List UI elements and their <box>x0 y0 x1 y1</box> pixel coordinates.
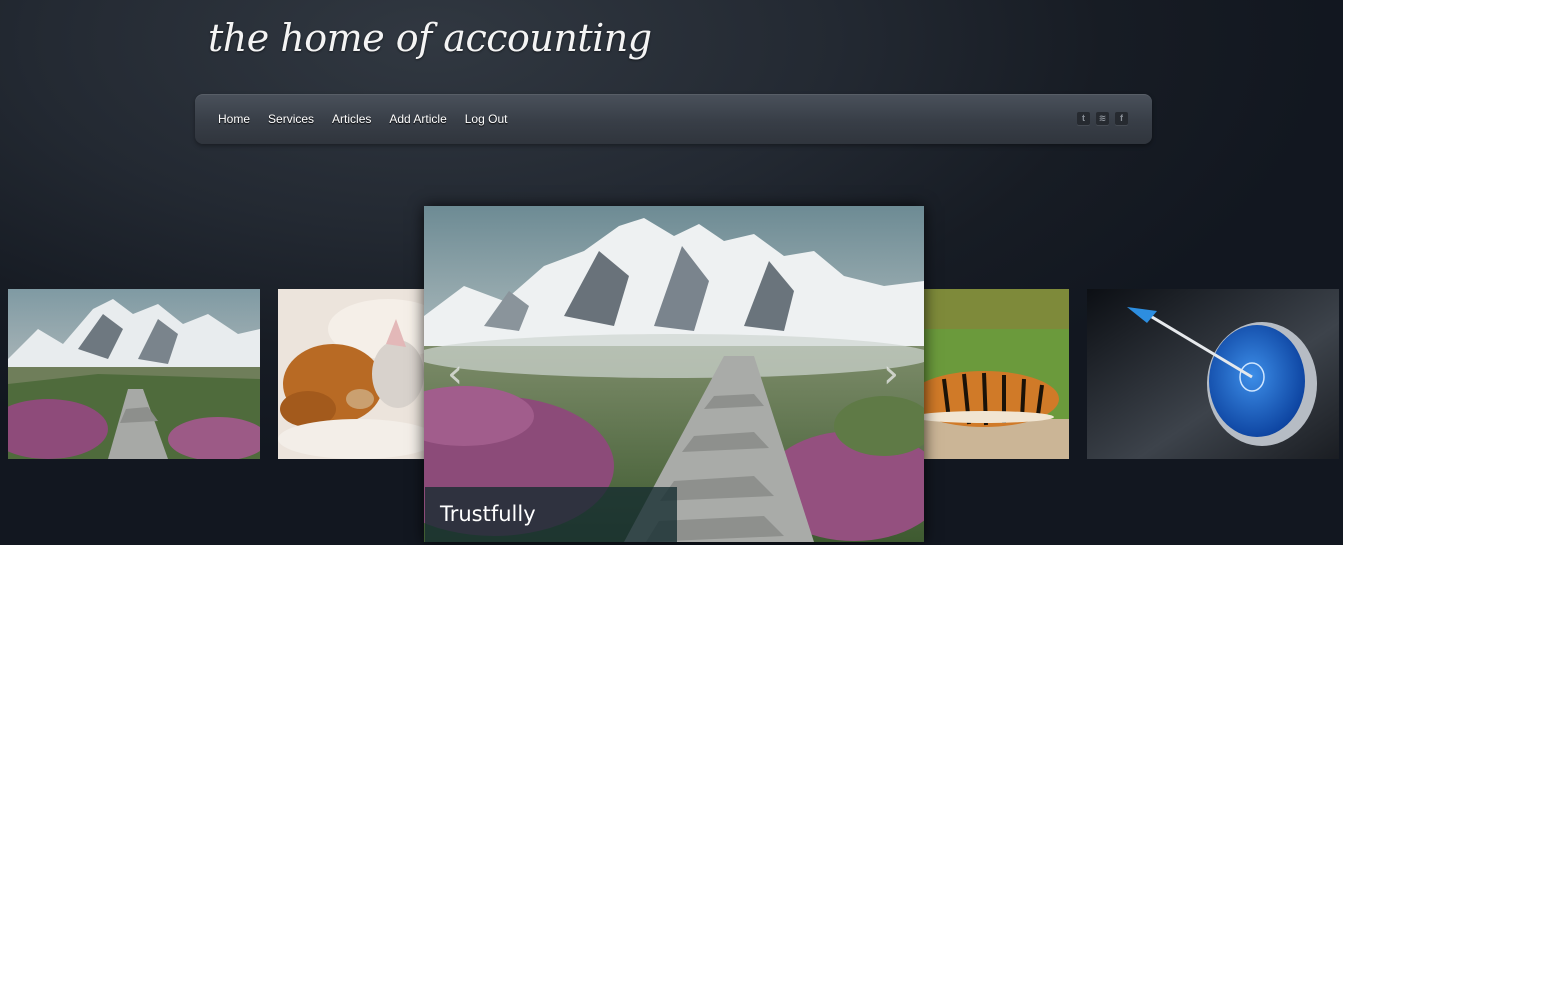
nav-item-add-article[interactable]: Add Article <box>380 112 455 126</box>
carousel-next-arrow[interactable]: › <box>876 354 906 394</box>
page: the home of accounting Home Services Art… <box>0 0 1343 545</box>
carousel-slide-target[interactable] <box>1087 289 1339 459</box>
carousel-slide-puppy-kitten[interactable] <box>278 289 424 459</box>
tiger-image <box>924 289 1069 459</box>
nav-menu: Home Services Articles Add Article Log O… <box>209 94 516 144</box>
nav-item-home[interactable]: Home <box>209 112 259 126</box>
rss-icon[interactable]: ≋ <box>1096 112 1109 125</box>
carousel-prev-arrow[interactable]: ‹ <box>440 354 470 394</box>
carousel-slide-mountain-left[interactable] <box>8 289 260 459</box>
nav-item-log-out[interactable]: Log Out <box>456 112 517 126</box>
mountain-path-image <box>8 289 260 459</box>
slide-caption: Trustfully <box>425 487 677 542</box>
nav-item-services[interactable]: Services <box>259 112 323 126</box>
slide-caption-text: Trustfully <box>440 502 536 526</box>
nav-item-articles[interactable]: Articles <box>323 112 380 126</box>
social-icons: t ≋ f <box>1077 112 1128 125</box>
target-image <box>1087 289 1339 459</box>
carousel-active-slide[interactable]: ‹ › Trustfully <box>424 206 924 542</box>
main-navbar: Home Services Articles Add Article Log O… <box>195 94 1152 144</box>
twitter-icon[interactable]: t <box>1077 112 1090 125</box>
facebook-icon[interactable]: f <box>1115 112 1128 125</box>
puppy-kitten-image <box>278 289 424 459</box>
carousel-slide-tiger[interactable] <box>924 289 1069 459</box>
site-logo[interactable]: the home of accounting <box>208 16 652 60</box>
